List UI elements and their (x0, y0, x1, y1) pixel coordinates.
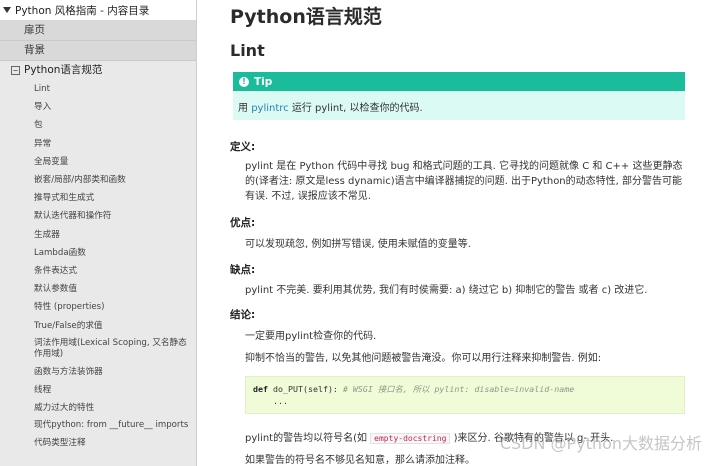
conclusion-label: 结论: (230, 309, 256, 321)
code-line-2: ... (253, 396, 288, 406)
toc-item[interactable]: True/False的求值 (0, 317, 196, 335)
toc-item[interactable]: 条件表达式 (0, 262, 196, 280)
collapse-icon[interactable]: − (11, 66, 20, 75)
cons-text: pylint 不完美. 要利用其优势, 我们有时侯需要: a) 绕过它 b) 抑… (245, 285, 648, 296)
sidebar-toc: Python 风格指南 - 内容目录 扉页 背景 − Python语言规范 Li… (0, 0, 197, 466)
conclusion-text-1: 一定要用pylint检查你的代码. (245, 331, 377, 342)
cons-label: 缺点: (230, 264, 256, 276)
toc-item[interactable]: 默认参数值 (0, 280, 196, 298)
toc-item[interactable]: Lambda函数 (0, 244, 196, 262)
toc-item[interactable]: 包 (0, 116, 196, 134)
toc-item[interactable]: 导入 (0, 98, 196, 116)
main-content: Python语言规范 Lint ! Tip 用 pylintrc 运行 pyli… (197, 0, 720, 466)
conclusion-text-2: 抑制不恰当的警告, 以免其他问题被警告淹没。你可以用行注释来抑制警告. 例如: (245, 353, 602, 364)
code-comment: # WSGI 接口名, 所以 pylint: disable=invalid-n… (337, 384, 575, 394)
definition-text: pylint 是在 Python 代码中寻找 bug 和格式问题的工具. 它寻找… (245, 161, 683, 202)
toc-item[interactable]: 代码类型注释 (0, 434, 196, 452)
tip-text-before: 用 (238, 103, 252, 114)
tip-text-after: 运行 pylint, 以检查你的代码. (288, 103, 423, 114)
toc-section-python-language[interactable]: − Python语言规范 (0, 61, 196, 80)
exclamation-icon: ! (239, 76, 249, 87)
caret-down-icon[interactable] (3, 7, 11, 13)
toc-item[interactable]: 线程 (0, 381, 196, 399)
toc-item[interactable]: 嵌套/局部/内部类和函数 (0, 171, 196, 189)
watermark: CSDN @Python大数据分析 (499, 434, 702, 453)
toc-item-cover[interactable]: 扉页 (0, 21, 196, 41)
toc-item[interactable]: 现代python: from __future__ imports (0, 417, 196, 434)
section-heading: Lint (230, 41, 265, 60)
code-signature: do_PUT(self): (268, 384, 338, 394)
toc-item[interactable]: 词法作用域(Lexical Scoping, 又名静态作用域) (0, 335, 196, 363)
definition-label: 定义: (230, 141, 256, 153)
toc-item[interactable]: 特性 (properties) (0, 298, 196, 316)
toc-item[interactable]: 函数与方法装饰器 (0, 363, 196, 381)
code-line-1: def do_PUT(self): # WSGI 接口名, 所以 pylint:… (253, 383, 684, 395)
toc-item[interactable]: 全局变量 (0, 153, 196, 171)
toc-item-background[interactable]: 背景 (0, 41, 196, 61)
pros-text: 可以发现疏忽, 例如拼写错误, 使用未赋值的变量等. (245, 239, 471, 250)
last-line-text: 如果警告的符号名不够见名知意，那么请添加注释。 (245, 455, 475, 466)
tip-body: 用 pylintrc 运行 pylint, 以检查你的代码. (233, 91, 685, 114)
toc-item[interactable]: Lint (0, 80, 196, 98)
toc-item[interactable]: 异常 (0, 135, 196, 153)
pylintrc-link[interactable]: pylintrc (251, 103, 288, 114)
toc-item[interactable]: 威力过大的特性 (0, 399, 196, 417)
code-block: def do_PUT(self): # WSGI 接口名, 所以 pylint:… (245, 376, 685, 414)
pros-label: 优点: (230, 217, 256, 229)
toc-item[interactable]: 默认迭代器和操作符 (0, 207, 196, 225)
code-keyword: def (253, 384, 268, 394)
tip-box: ! Tip 用 pylintrc 运行 pylint, 以检查你的代码. (233, 72, 685, 120)
after-code-before: pylint的警告均以符号名(如 (245, 433, 371, 444)
inline-code-empty-docstring: empty-docstring (370, 433, 451, 444)
tip-title: Tip (254, 75, 273, 88)
page-title: Python语言规范 (230, 6, 382, 28)
tip-header: ! Tip (233, 72, 685, 91)
toc-item[interactable]: 生成器 (0, 226, 196, 244)
toc-header[interactable]: Python 风格指南 - 内容目录 (0, 0, 196, 21)
toc-title: Python 风格指南 - 内容目录 (15, 4, 150, 17)
toc-item[interactable]: 推导式和生成式 (0, 189, 196, 207)
toc-section-label: Python语言规范 (24, 64, 103, 76)
